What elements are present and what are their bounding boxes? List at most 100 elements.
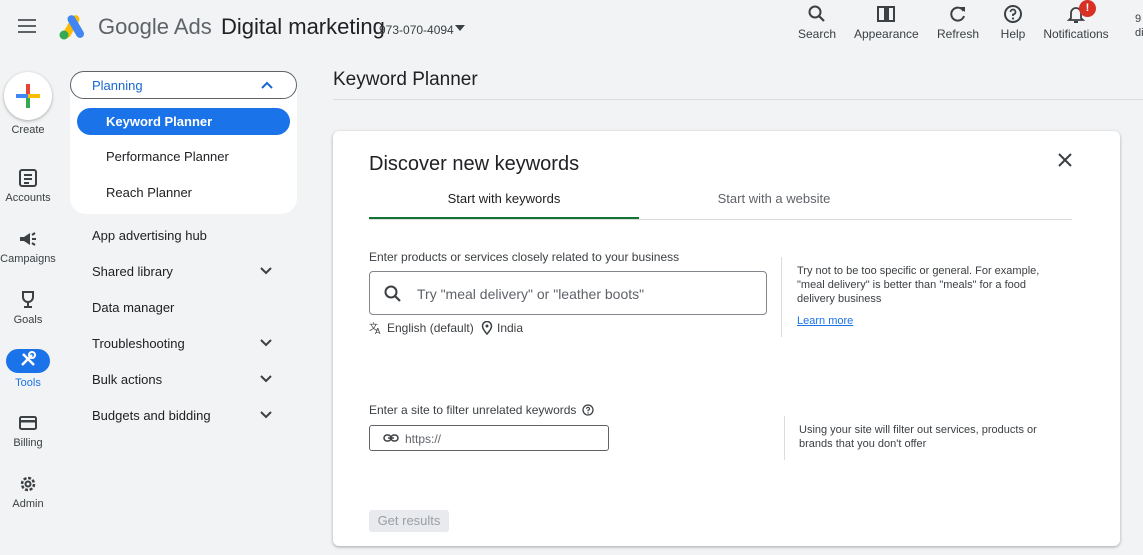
appearance-button-label: Appearance [854,27,919,41]
close-icon[interactable] [1056,151,1074,169]
site-url-input[interactable]: https:// [369,425,609,451]
top-app-bar: Google Ads Digital marketing 973-070-409… [0,0,1143,58]
rail-item-accounts[interactable]: Accounts [0,168,56,204]
account-name[interactable]: Digital marketing [221,14,385,40]
tools-icon [21,351,36,366]
language-value: English (default) [387,321,474,335]
site-help-divider [784,416,785,460]
trophy-icon [22,291,34,308]
site-help-text: Using your site will filter out services… [799,424,1037,450]
appearance-button[interactable]: Appearance [854,4,919,44]
refresh-button[interactable]: Refresh [935,4,981,44]
planning-label: Planning [92,78,143,93]
megaphone-icon [20,232,36,246]
help-button-label: Help [1000,27,1026,41]
rail-item-label: Admin [12,498,44,510]
page-title: Keyword Planner [333,69,478,90]
keywords-help-divider [781,257,782,337]
search-button[interactable]: Search [797,4,837,44]
notifications-button-label: Notifications [1043,27,1109,41]
nav-keyword-planner[interactable]: Keyword Planner [77,108,290,135]
help-icon [1004,5,1022,23]
title-divider [333,99,1143,100]
search-button-label: Search [797,27,837,41]
chevron-down-icon [260,267,272,275]
rail-item-label: Accounts [5,192,51,204]
nav-app-advertising-hub[interactable]: App advertising hub [92,226,278,246]
nav-troubleshooting[interactable]: Troubleshooting [92,334,278,354]
planning-section-header[interactable]: Planning [70,71,297,99]
overflow-line-2: di [1135,27,1143,39]
menu-icon[interactable] [18,19,36,33]
rail-item-goals[interactable]: Goals [0,290,56,326]
chevron-down-icon [260,339,272,347]
gear-icon [20,476,36,492]
notifications-button[interactable]: Notifications ! [1041,0,1111,44]
refresh-button-label: Refresh [936,27,980,41]
credit-card-icon [19,416,37,430]
nav-performance-planner[interactable]: Performance Planner [77,143,290,170]
overflow-line-1: 9 [1135,13,1142,25]
rail-create-label[interactable]: Create [0,124,56,136]
nav-budgets-and-bidding[interactable]: Budgets and bidding [92,406,278,426]
navigation-rail: Create Accounts Campaigns Goals Tools Bi… [0,58,56,555]
location-selector[interactable]: India [481,321,523,335]
nav-item-label: Bulk actions [92,372,163,387]
tools-active-indicator [6,349,50,373]
nav-data-manager[interactable]: Data manager [92,298,278,318]
site-field-label-text: Enter a site to filter unrelated keyword… [369,403,577,417]
card-title: Discover new keywords [369,153,580,175]
search-icon [808,5,825,22]
nav-item-label: Shared library [92,264,173,279]
help-button[interactable]: Help [997,4,1029,44]
rail-item-label: Goals [13,314,43,326]
chevron-down-icon [260,411,272,419]
rail-item-billing[interactable]: Billing [0,413,56,449]
search-icon [384,285,401,302]
refresh-icon [950,6,965,22]
translate-icon: 文A [369,321,381,335]
tab-start-with-keywords[interactable]: Start with keywords [369,191,639,219]
nav-bulk-actions[interactable]: Bulk actions [92,370,278,390]
chevron-up-icon [261,81,273,89]
rail-item-tools[interactable]: Tools [0,349,56,389]
header-overflow-text: 9 di [1135,12,1143,40]
nav-item-label: Troubleshooting [92,336,185,351]
site-url-placeholder: https:// [405,432,442,446]
rail-item-admin[interactable]: Admin [0,474,56,510]
rail-item-label: Tools [15,377,41,389]
rail-item-label: Billing [13,437,43,449]
create-button[interactable] [4,72,52,120]
get-results-button[interactable]: Get results [369,510,449,532]
chevron-down-icon [260,375,272,383]
account-id[interactable]: 973-070-4094 [379,23,454,37]
language-selector[interactable]: 文A English (default) [369,321,474,335]
account-dropdown-icon[interactable] [455,25,465,31]
rail-item-label: Campaigns [0,253,56,265]
tab-start-with-website[interactable]: Start with a website [639,191,909,219]
nav-item-label: App advertising hub [92,228,207,243]
google-ads-logo [59,15,84,40]
planning-section: Planning Keyword Planner Performance Pla… [70,71,297,214]
keywords-field-label: Enter products or services closely relat… [369,250,680,264]
nav-item-label: Data manager [92,300,175,315]
location-pin-icon [481,321,493,335]
site-field-label: Enter a site to filter unrelated keyword… [369,403,595,417]
discover-keywords-card: Discover new keywords Start with keyword… [333,131,1120,546]
tabs-divider [369,219,1072,220]
nav-shared-library[interactable]: Shared library [92,262,278,282]
notification-badge: ! [1079,0,1096,17]
appearance-icon [877,6,895,22]
link-icon [383,434,399,442]
rail-item-campaigns[interactable]: Campaigns [0,229,56,265]
learn-more-link[interactable]: Learn more [797,315,853,327]
nav-item-label: Budgets and bidding [92,408,211,423]
location-value: India [497,321,524,335]
keywords-help-text: Try not to be too specific or general. F… [797,265,1040,305]
keywords-input-placeholder: Try "meal delivery" or "leather boots" [417,286,645,302]
help-icon[interactable] [582,404,595,416]
nav-reach-planner[interactable]: Reach Planner [77,179,290,206]
accounts-icon [19,169,37,187]
keywords-input[interactable]: Try "meal delivery" or "leather boots" [369,271,767,315]
plus-icon [16,84,40,108]
